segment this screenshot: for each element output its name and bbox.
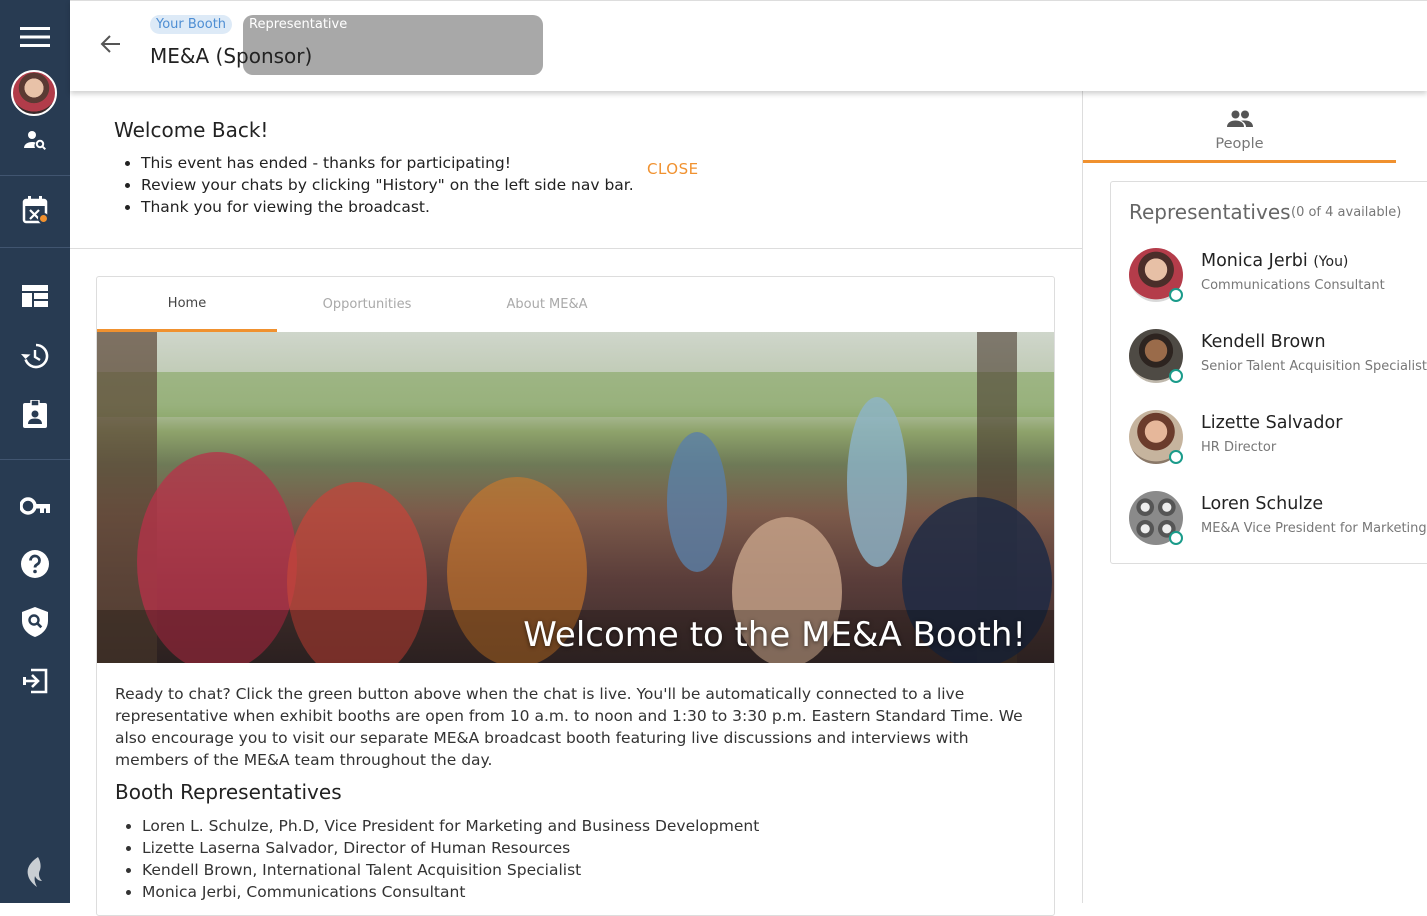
rep-name: Kendell Brown bbox=[1201, 332, 1326, 352]
reps-count: (0 of 4 available) bbox=[1291, 205, 1402, 220]
welcome-title: Welcome Back! bbox=[114, 118, 269, 142]
status-indicator bbox=[1169, 531, 1183, 545]
welcome-list: This event has ended - thanks for partic… bbox=[114, 152, 634, 218]
person-search-icon[interactable] bbox=[0, 118, 70, 162]
dashboard-icon[interactable] bbox=[0, 274, 70, 318]
page-title: ME&A (Sponsor) bbox=[150, 44, 313, 68]
help-icon[interactable] bbox=[0, 542, 70, 586]
hero-image: Welcome to the ME&A Booth! bbox=[97, 332, 1054, 663]
rep-item[interactable]: Loren Schulze ME&A Vice President for Ma… bbox=[1129, 491, 1427, 551]
hero-photo bbox=[97, 332, 1054, 663]
rep-name: Lizette Salvador bbox=[1201, 413, 1343, 433]
hero-caption: Welcome to the ME&A Booth! bbox=[523, 615, 1026, 655]
rep-name: Monica Jerbi (You) bbox=[1201, 251, 1349, 271]
tab-opportunities[interactable]: Opportunities bbox=[277, 277, 457, 332]
avatar[interactable] bbox=[11, 70, 57, 116]
rep-role: Senior Talent Acquisition Specialist bbox=[1201, 359, 1427, 374]
people-icon bbox=[1227, 110, 1253, 127]
list-item: This event has ended - thanks for partic… bbox=[141, 152, 634, 174]
brand-icon[interactable] bbox=[0, 850, 70, 894]
right-panel: People Representatives (0 of 4 available… bbox=[1083, 91, 1427, 903]
key-icon[interactable] bbox=[0, 484, 70, 528]
people-label: People bbox=[1215, 136, 1264, 152]
close-button[interactable]: CLOSE bbox=[647, 160, 699, 178]
logout-icon[interactable] bbox=[0, 659, 70, 703]
booth-description: Ready to chat? Click the green button ab… bbox=[115, 685, 1023, 769]
booth-tabs: Home Opportunities About ME&A bbox=[97, 277, 1054, 332]
booth-reps-heading: Booth Representatives bbox=[115, 780, 342, 804]
list-item: Lizette Laserna Salvador, Director of Hu… bbox=[142, 837, 759, 859]
list-item: Monica Jerbi, Communications Consultant bbox=[142, 881, 759, 903]
representatives-card: Representatives (0 of 4 available) Monic… bbox=[1110, 181, 1427, 564]
booth-reps-list: Loren L. Schulze, Ph.D, Vice President f… bbox=[115, 815, 759, 903]
list-item: Loren L. Schulze, Ph.D, Vice President f… bbox=[142, 815, 759, 837]
list-item: Kendell Brown, International Talent Acqu… bbox=[142, 859, 759, 881]
shield-search-icon[interactable] bbox=[0, 600, 70, 644]
rep-item[interactable]: Lizette Salvador HR Director bbox=[1129, 410, 1427, 470]
booth-card: Home Opportunities About ME&A Welcome to… bbox=[96, 276, 1055, 916]
rep-item[interactable]: Kendell Brown Senior Talent Acquisition … bbox=[1129, 329, 1427, 389]
your-booth-tag: Your Booth bbox=[150, 15, 233, 34]
status-indicator bbox=[1169, 288, 1183, 302]
rep-role: ME&A Vice President for Marketing bbox=[1201, 521, 1427, 536]
rep-role: Communications Consultant bbox=[1201, 278, 1385, 293]
main-content: Welcome Back! This event has ended - tha… bbox=[70, 91, 1083, 916]
tab-home[interactable]: Home bbox=[97, 277, 277, 332]
badge-icon[interactable] bbox=[0, 392, 70, 436]
tab-people[interactable]: People bbox=[1083, 91, 1396, 163]
page-header: Your Booth Representative ME&A (Sponsor) bbox=[70, 0, 1427, 91]
status-indicator bbox=[1169, 369, 1183, 383]
welcome-banner: Welcome Back! This event has ended - tha… bbox=[70, 91, 1082, 249]
menu-icon[interactable] bbox=[0, 15, 70, 59]
list-item: Thank you for viewing the broadcast. bbox=[141, 196, 634, 218]
rep-item[interactable]: Monica Jerbi (You) Communications Consul… bbox=[1129, 248, 1427, 308]
left-nav bbox=[0, 0, 70, 903]
reps-title: Representatives bbox=[1129, 200, 1291, 224]
list-item: Review your chats by clicking "History" … bbox=[141, 174, 634, 196]
rep-name: Loren Schulze bbox=[1201, 494, 1324, 514]
rep-role: HR Director bbox=[1201, 440, 1277, 455]
back-arrow-icon[interactable] bbox=[100, 33, 130, 61]
history-icon[interactable] bbox=[0, 334, 70, 378]
tab-about[interactable]: About ME&A bbox=[457, 277, 637, 332]
calendar-icon[interactable] bbox=[0, 188, 70, 232]
status-indicator bbox=[1169, 450, 1183, 464]
notification-dot bbox=[38, 213, 49, 224]
